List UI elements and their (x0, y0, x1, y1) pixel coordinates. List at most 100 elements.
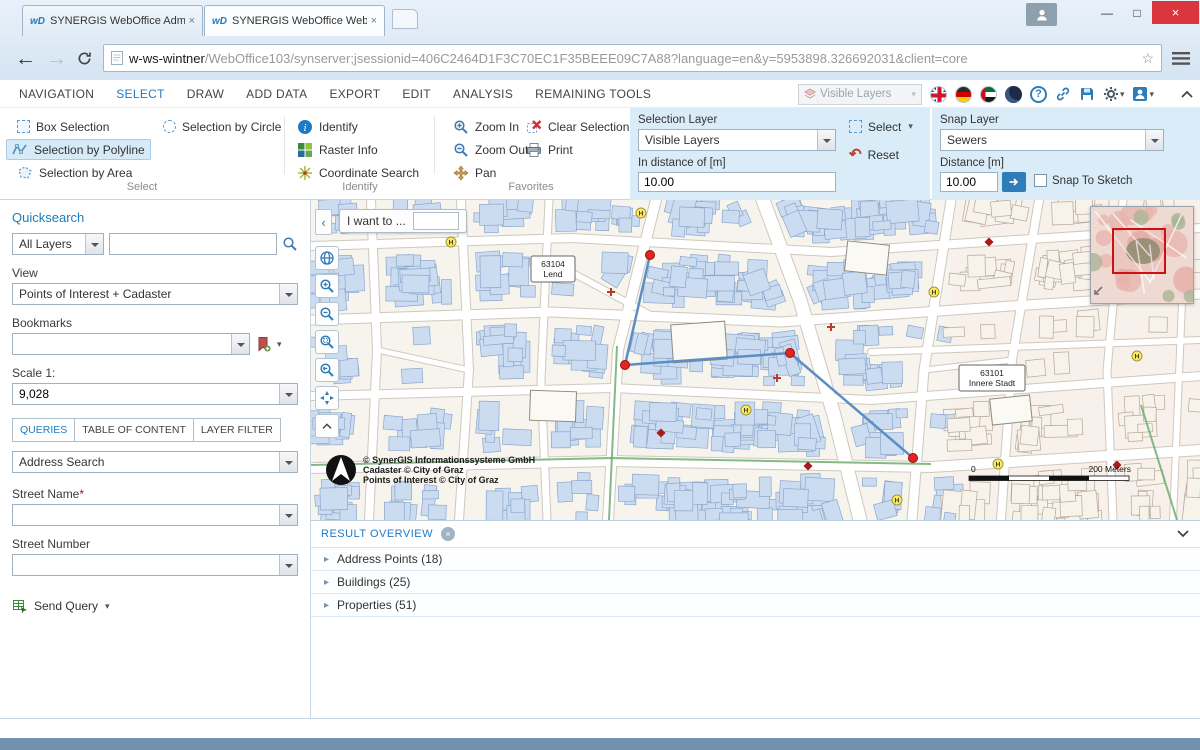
tab-layer-filter[interactable]: LAYER FILTER (193, 418, 281, 442)
street-name-combo[interactable] (12, 504, 298, 526)
night-mode-icon[interactable] (1005, 86, 1022, 103)
zoom-in-map-icon[interactable] (315, 274, 339, 298)
bookmark-menu-caret[interactable]: ▾ (277, 339, 282, 350)
browser-tab-admin[interactable]: wD SYNERGIS WebOffice Adm × (22, 5, 203, 36)
expand-triangle-icon[interactable]: ▸ (324, 600, 329, 611)
street-name-input[interactable] (19, 508, 277, 522)
tool-raster-info[interactable]: Raster Info (292, 139, 383, 160)
favorites-star-icon[interactable]: ☆ (1141, 50, 1154, 67)
scale-input[interactable] (19, 387, 277, 401)
overview-expand-icon[interactable] (1093, 283, 1104, 301)
query-type-dropdown[interactable]: Address Search (12, 451, 298, 473)
zoom-full-extent-icon[interactable] (315, 330, 339, 354)
ribbon-tab-remaining-tools[interactable]: REMAINING TOOLS (524, 80, 662, 108)
close-button[interactable]: × (1152, 1, 1199, 24)
tab-close-icon[interactable]: × (189, 15, 195, 27)
result-row-properties[interactable]: ▸ Properties (51) (311, 594, 1200, 617)
expand-triangle-icon[interactable]: ▸ (324, 554, 329, 565)
map-canvas[interactable]: HHHHHHH63104Lend63101Innere Stadt© Syner… (311, 200, 1200, 520)
help-icon[interactable]: ? (1030, 86, 1047, 103)
url-host: w-ws-wintner (129, 51, 205, 66)
ribbon-tab-navigation[interactable]: NAVIGATION (8, 80, 105, 108)
snap-layer-dropdown[interactable]: Sewers (940, 129, 1164, 151)
browser-tab-web[interactable]: wD SYNERGIS WebOffice Web × (204, 5, 385, 36)
add-bookmark-icon[interactable] (255, 336, 271, 352)
quicksearch-layer-dropdown[interactable]: All Layers (12, 233, 104, 255)
sidebar-tabs: QUERIES TABLE OF CONTENT LAYER FILTER (12, 418, 298, 442)
snap-to-sketch-checkbox[interactable] (1034, 174, 1047, 187)
result-row-address-points[interactable]: ▸ Address Points (18) (311, 548, 1200, 571)
sidebar: Quicksearch All Layers View Points of In… (0, 200, 311, 718)
result-panel: RESULT OVERVIEW × ▸ Address Points (18) … (311, 520, 1200, 718)
visible-layers-dropdown-disabled[interactable]: Visible Layers ▾ (798, 84, 922, 105)
new-tab-button[interactable] (392, 9, 418, 29)
window-controls: — □ × (1092, 1, 1199, 24)
distance-input[interactable] (940, 172, 998, 192)
back-icon[interactable]: ← (15, 48, 36, 69)
bookmarks-dropdown[interactable] (12, 333, 250, 355)
tool-selection-by-circle[interactable]: Selection by Circle (158, 116, 286, 137)
group-label-select: Select (0, 181, 284, 193)
refresh-icon[interactable] (77, 51, 92, 66)
expand-triangle-icon[interactable]: ▸ (324, 577, 329, 588)
tool-box-selection[interactable]: Box Selection (12, 116, 114, 137)
forward-icon[interactable]: → (46, 48, 67, 69)
tab-close-icon[interactable]: × (371, 15, 377, 27)
maximize-button[interactable]: □ (1122, 1, 1152, 24)
result-row-buildings[interactable]: ▸ Buildings (25) (311, 571, 1200, 594)
selection-layer-dropdown[interactable]: Visible Layers (638, 129, 836, 151)
url-field[interactable]: w-ws-wintner /WebOffice103/synserver;jse… (103, 44, 1162, 72)
view-dropdown[interactable]: Points of Interest + Cadaster (12, 283, 298, 305)
send-query-caret[interactable]: ▾ (105, 601, 110, 612)
i-want-to-input[interactable] (413, 212, 459, 230)
ribbon-tab-add-data[interactable]: ADD DATA (235, 80, 318, 108)
language-arabic-icon[interactable] (980, 86, 997, 103)
browser-user-button[interactable] (1026, 3, 1057, 26)
menu-icon[interactable] (1172, 52, 1190, 65)
settings-gear-icon[interactable]: ▾ (1103, 86, 1125, 102)
tool-zoom-in[interactable]: Zoom In (448, 116, 524, 137)
tab-table-of-content[interactable]: TABLE OF CONTENT (74, 418, 194, 442)
tool-coordinate-search[interactable]: Coordinate Search (292, 162, 424, 183)
minimize-button[interactable]: — (1092, 1, 1122, 24)
language-german-icon[interactable] (955, 86, 972, 103)
collapse-sidebar-icon[interactable]: ‹ (315, 209, 332, 235)
close-results-icon[interactable]: × (441, 527, 455, 541)
collapse-map-toolbar-icon[interactable] (315, 414, 339, 438)
street-number-combo[interactable] (12, 554, 298, 576)
in-distance-input[interactable] (638, 172, 836, 192)
ribbon-tab-edit[interactable]: EDIT (391, 80, 442, 108)
overview-map[interactable] (1090, 206, 1194, 304)
snap-to-sketch-option[interactable]: Snap To Sketch (1034, 174, 1132, 187)
ribbon-tab-analysis[interactable]: ANALYSIS (442, 80, 524, 108)
globe-icon[interactable] (315, 246, 339, 270)
ribbon-tab-export[interactable]: EXPORT (318, 80, 391, 108)
send-query-button[interactable]: Send Query ▾ (12, 598, 298, 614)
tool-selection-by-area[interactable]: Selection by Area (12, 162, 137, 183)
scale-combo[interactable] (12, 383, 298, 405)
collapse-results-icon[interactable] (1176, 529, 1190, 539)
i-want-to-button[interactable]: I want to ... (339, 209, 467, 233)
ribbon-tab-select[interactable]: SELECT (105, 80, 175, 108)
tab-queries[interactable]: QUERIES (12, 418, 75, 442)
pan-navigate-icon[interactable] (315, 386, 339, 410)
search-icon[interactable] (282, 236, 298, 252)
zoom-out-map-icon[interactable] (315, 302, 339, 326)
tool-identify[interactable]: i Identify (292, 116, 363, 137)
street-number-input[interactable] (19, 558, 277, 572)
apply-distance-button[interactable] (1002, 172, 1026, 192)
select-dropdown-button[interactable]: Select ▾ (844, 116, 918, 137)
tool-selection-by-polyline[interactable]: Selection by Polyline (6, 139, 151, 160)
collapse-ribbon-icon[interactable] (1180, 89, 1194, 99)
language-english-icon[interactable] (930, 86, 947, 103)
tool-clear-selection[interactable]: Clear Selection (521, 116, 634, 137)
tool-print[interactable]: Print (521, 139, 578, 160)
ribbon-tab-draw[interactable]: DRAW (176, 80, 235, 108)
zoom-previous-icon[interactable] (315, 358, 339, 382)
quicksearch-input[interactable] (109, 233, 277, 255)
share-link-icon[interactable] (1055, 86, 1071, 102)
save-icon[interactable] (1079, 86, 1095, 102)
reset-button[interactable]: ↶ Reset (844, 144, 904, 165)
tool-pan[interactable]: Pan (448, 162, 501, 183)
login-user-icon[interactable]: ▾ (1132, 86, 1154, 102)
